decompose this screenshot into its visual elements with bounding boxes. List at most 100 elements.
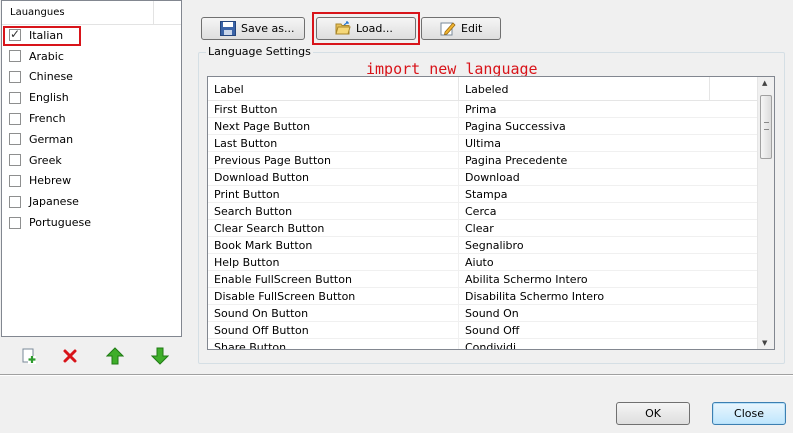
scroll-down-arrow-icon[interactable]: ▼ xyxy=(762,339,767,347)
language-label: Portuguese xyxy=(29,216,91,230)
save-as-label: Save as... xyxy=(241,22,295,35)
labeled-cell[interactable]: Pagina Successiva xyxy=(459,118,759,134)
delete-language-icon[interactable] xyxy=(61,347,79,365)
language-checkbox[interactable] xyxy=(9,112,21,125)
label-cell: Download Button xyxy=(208,169,459,185)
language-label: English xyxy=(29,91,69,105)
languages-items: Italian Arabic Chinese English French German G… xyxy=(2,25,181,233)
language-label: French xyxy=(29,112,66,126)
languages-list: Lauangues Italian Arabic Chinese English Fre… xyxy=(1,0,182,337)
language-item[interactable]: German xyxy=(2,129,181,150)
scroll-up-arrow-icon[interactable]: ▲ xyxy=(762,79,767,87)
move-down-icon[interactable] xyxy=(151,347,169,365)
language-checkbox[interactable] xyxy=(9,154,21,167)
languages-header-label: Lauangues xyxy=(10,7,65,18)
header-separator xyxy=(153,1,154,24)
labeled-cell[interactable]: Download xyxy=(459,169,759,185)
language-item[interactable]: Portuguese xyxy=(2,212,181,233)
scroll-thumb[interactable] xyxy=(760,95,772,159)
language-item[interactable]: Chinese xyxy=(2,67,181,88)
language-checkbox[interactable] xyxy=(9,50,21,63)
labeled-cell[interactable]: Prima xyxy=(459,101,759,117)
label-cell: Share Button xyxy=(208,339,459,349)
label-cell: First Button xyxy=(208,101,459,117)
edit-button[interactable]: Edit xyxy=(421,17,501,40)
label-cell: Previous Page Button xyxy=(208,152,459,168)
language-checkbox[interactable] xyxy=(9,174,21,187)
label-cell: Disable FullScreen Button xyxy=(208,288,459,304)
languages-header: Lauangues xyxy=(2,1,181,25)
table-row[interactable]: Enable FullScreen Button Abilita Schermo … xyxy=(208,271,774,288)
language-item[interactable]: Arabic xyxy=(2,46,181,67)
label-cell: Sound On Button xyxy=(208,305,459,321)
labeled-cell[interactable]: Disabilita Schermo Intero xyxy=(459,288,759,304)
move-up-icon[interactable] xyxy=(106,347,124,365)
ok-button[interactable]: OK xyxy=(616,402,690,425)
labeled-cell[interactable]: Abilita Schermo Intero xyxy=(459,271,759,287)
close-button[interactable]: Close xyxy=(712,402,786,425)
label-cell: Last Button xyxy=(208,135,459,151)
languages-toolbar xyxy=(0,340,184,373)
labeled-cell[interactable]: Clear xyxy=(459,220,759,236)
language-label: Japanese xyxy=(29,195,79,209)
languages-panel: Lauangues Italian Arabic Chinese English Fre… xyxy=(0,0,184,374)
edit-label: Edit xyxy=(461,22,483,35)
table-row[interactable]: Next Page Button Pagina Successiva xyxy=(208,118,774,135)
language-label: Italian xyxy=(29,28,64,42)
labeled-cell[interactable]: Segnalibro xyxy=(459,237,759,253)
language-checkbox[interactable] xyxy=(9,216,21,229)
language-settings-title: Language Settings xyxy=(206,45,313,58)
table-row[interactable]: Disable FullScreen Button Disabilita Sche… xyxy=(208,288,774,305)
table-row[interactable]: Share Button Condividi xyxy=(208,339,774,349)
language-item[interactable]: Japanese xyxy=(2,191,181,212)
language-label: Greek xyxy=(29,153,62,167)
label-cell: Next Page Button xyxy=(208,118,459,134)
table-row[interactable]: Sound On Button Sound On xyxy=(208,305,774,322)
language-item[interactable]: Italian xyxy=(2,25,181,46)
language-checkbox[interactable] xyxy=(9,70,21,83)
table-row[interactable]: Book Mark Button Segnalibro xyxy=(208,237,774,254)
grid-rows: First Button Prima Next Page Button Pagina … xyxy=(208,101,774,349)
save-as-button[interactable]: Save as... xyxy=(201,17,305,40)
table-row[interactable]: First Button Prima xyxy=(208,101,774,118)
labeled-cell[interactable]: Sound Off xyxy=(459,322,759,338)
table-row[interactable]: Help Button Aiuto xyxy=(208,254,774,271)
labeled-cell[interactable]: Stampa xyxy=(459,186,759,202)
floppy-disk-icon xyxy=(220,21,236,36)
column-header-labeled[interactable]: Labeled xyxy=(459,77,710,101)
table-row[interactable]: Download Button Download xyxy=(208,169,774,186)
table-row[interactable]: Print Button Stampa xyxy=(208,186,774,203)
language-item[interactable]: English xyxy=(2,87,181,108)
language-checkbox[interactable] xyxy=(9,195,21,208)
table-row[interactable]: Clear Search Button Clear xyxy=(208,220,774,237)
settings-panel: Save as... Load... Edit Language Setting… xyxy=(188,0,793,374)
language-item[interactable]: French xyxy=(2,108,181,129)
column-header-label[interactable]: Label xyxy=(208,77,459,101)
vertical-scrollbar[interactable]: ▲ ▼ xyxy=(757,77,774,349)
language-checkbox[interactable] xyxy=(9,133,21,146)
labeled-cell[interactable]: Aiuto xyxy=(459,254,759,270)
labeled-cell[interactable]: Pagina Precedente xyxy=(459,152,759,168)
label-cell: Help Button xyxy=(208,254,459,270)
table-row[interactable]: Last Button Ultima xyxy=(208,135,774,152)
label-cell: Print Button xyxy=(208,186,459,202)
language-settings-grid: Label Labeled First Button Prima Next Page… xyxy=(207,76,775,350)
labeled-cell[interactable]: Condividi xyxy=(459,339,759,349)
language-checkbox[interactable] xyxy=(9,91,21,104)
labeled-cell[interactable]: Cerca xyxy=(459,203,759,219)
scroll-grip-icon xyxy=(764,122,769,130)
table-row[interactable]: Previous Page Button Pagina Precedente xyxy=(208,152,774,169)
label-cell: Search Button xyxy=(208,203,459,219)
labeled-cell[interactable]: Sound On xyxy=(459,305,759,321)
edit-pencil-icon xyxy=(440,21,456,36)
labeled-cell[interactable]: Ultima xyxy=(459,135,759,151)
column-header-filler xyxy=(710,77,760,101)
table-row[interactable]: Search Button Cerca xyxy=(208,203,774,220)
table-row[interactable]: Sound Off Button Sound Off xyxy=(208,322,774,339)
language-item[interactable]: Greek xyxy=(2,150,181,171)
bottom-divider-highlight xyxy=(0,375,793,376)
language-item[interactable]: Hebrew xyxy=(2,171,181,192)
language-checkbox[interactable] xyxy=(9,27,21,42)
add-language-icon[interactable] xyxy=(20,347,38,365)
label-cell: Clear Search Button xyxy=(208,220,459,236)
